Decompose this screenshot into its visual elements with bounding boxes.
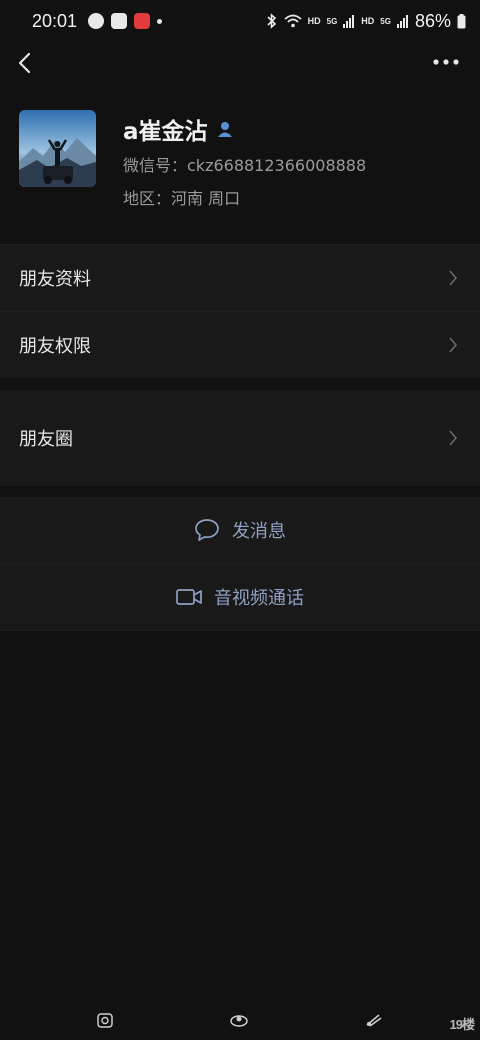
chevron-right-icon [449, 270, 458, 286]
network-label: 5G [326, 16, 338, 26]
profile-header: a崔金沾 微信号：ckz668812366008888 地区：河南 周口 [0, 96, 480, 244]
signal-icon-2 [396, 15, 408, 28]
notification-dot-icon [157, 18, 163, 24]
friend-profile-row[interactable]: 朋友资料 [0, 245, 480, 311]
gallery-icon [111, 13, 128, 29]
app-icon-right[interactable] [364, 1010, 384, 1030]
back-arrow-icon[interactable] [14, 48, 38, 78]
status-time: 20:01 [32, 10, 78, 31]
contact-person-icon [217, 122, 232, 137]
app-notification-icon [134, 13, 151, 29]
name-row: a崔金沾 [123, 112, 234, 146]
send-message-label: 发消息 [232, 521, 286, 542]
moments-label: 朋友圈 [19, 429, 73, 450]
app-icon-left[interactable] [95, 1010, 115, 1030]
chat-bubble-icon [195, 519, 219, 541]
video-call-label: 音视频通话 [214, 588, 304, 609]
wechat-id: 微信号：ckz668812366008888 [123, 156, 367, 175]
contact-name: a崔金沾 [123, 119, 208, 145]
avatar[interactable] [19, 110, 96, 187]
friend-profile-label: 朋友资料 [19, 269, 91, 290]
more-options-icon[interactable] [432, 54, 460, 70]
battery-icon [457, 13, 466, 28]
battery-percent: 86% [414, 10, 451, 31]
video-camera-icon [176, 589, 202, 605]
top-nav-bar [0, 42, 480, 84]
check-app-icon [88, 13, 105, 29]
wifi-icon [284, 14, 302, 28]
hd-label: HD [307, 16, 321, 26]
divider [0, 630, 480, 631]
app-icon-center[interactable] [229, 1010, 249, 1030]
signal-icon [343, 15, 355, 28]
section-gap [0, 378, 480, 390]
friend-permission-row[interactable]: 朋友权限 [0, 312, 480, 378]
status-bar: 20:01 HD 5G HD 5G 86% [0, 0, 480, 42]
bluetooth-icon [267, 13, 276, 29]
watermark-logo: 19楼 [449, 1017, 475, 1032]
chevron-right-icon [449, 337, 458, 353]
section-gap [0, 486, 480, 497]
network-label-2: 5G [380, 16, 391, 26]
friend-permission-label: 朋友权限 [19, 336, 91, 357]
moments-row[interactable]: 朋友圈 [0, 390, 480, 486]
chevron-right-icon [449, 430, 458, 446]
region: 地区：河南 周口 [123, 189, 241, 208]
video-call-button[interactable]: 音视频通话 [0, 564, 480, 630]
hd-label-2: HD [361, 16, 375, 26]
send-message-button[interactable]: 发消息 [0, 497, 480, 563]
bottom-gesture-bar [0, 1010, 480, 1034]
